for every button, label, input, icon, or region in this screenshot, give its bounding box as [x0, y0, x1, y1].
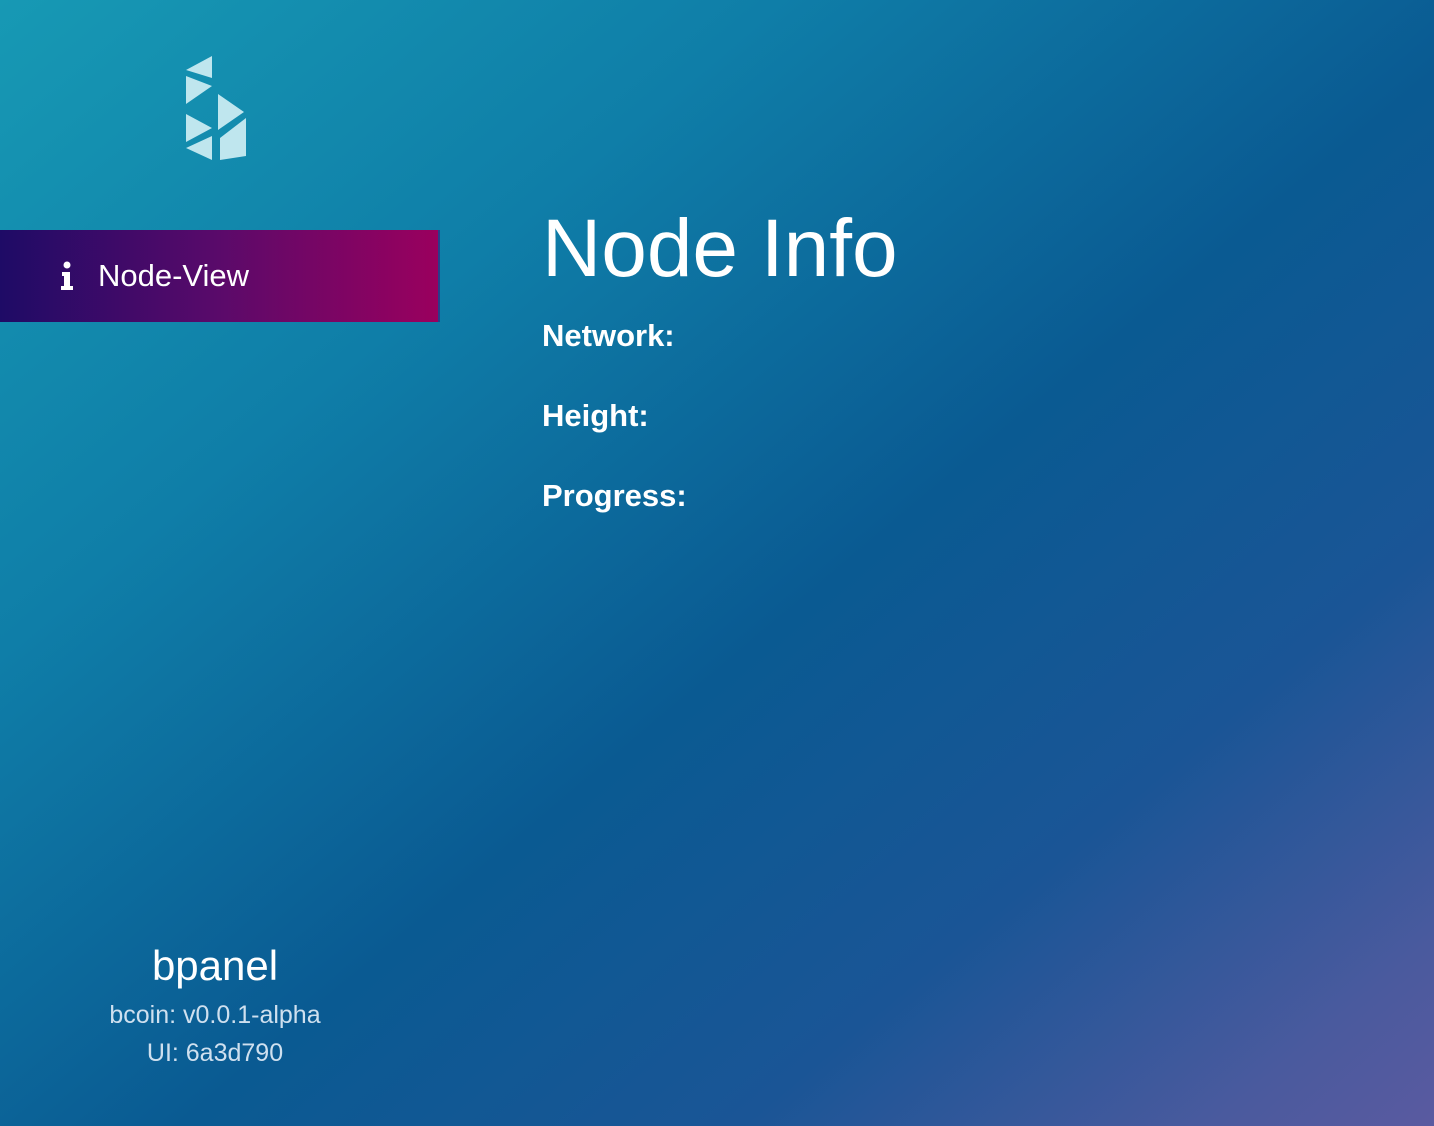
main-content: Node Info Network: Height: Progress: [542, 196, 1402, 542]
progress-field: Progress: [542, 462, 1402, 542]
height-label: Height: [542, 398, 649, 433]
sidebar-item-node-view[interactable]: Node-View [0, 230, 440, 322]
sidebar: Node-View bpanel bcoin: v0.0.1-alpha UI:… [0, 0, 440, 1126]
height-field: Height: [542, 382, 1402, 462]
info-icon [60, 261, 74, 291]
progress-label: Progress: [542, 478, 687, 513]
ui-version: UI: 6a3d790 [146, 1039, 284, 1067]
sidebar-footer: bpanel bcoin: v0.0.1-alpha UI: 6a3d790 [0, 936, 430, 1072]
network-field: Network: [542, 302, 1402, 382]
bcoin-version: bcoin: v0.0.1-alpha [109, 1001, 321, 1029]
app-name: bpanel [151, 942, 279, 989]
network-label: Network: [542, 318, 675, 353]
page-title: Node Info [542, 203, 898, 294]
sidebar-item-label: Node-View [98, 258, 250, 293]
bcoin-logo-icon[interactable] [180, 56, 252, 166]
